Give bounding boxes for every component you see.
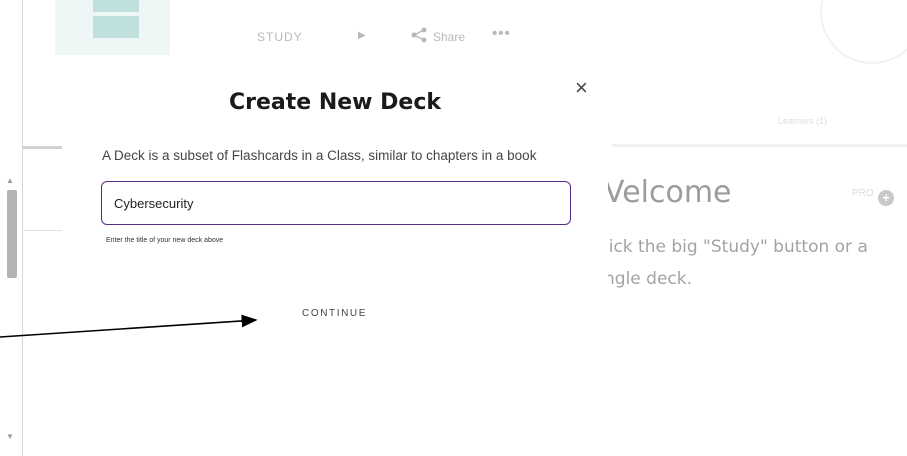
progress-circle [820, 0, 907, 64]
continue-button[interactable]: CONTINUE [300, 306, 369, 321]
share-label[interactable]: Share [433, 30, 465, 44]
more-icon[interactable]: ••• [492, 25, 511, 42]
divider [22, 230, 62, 231]
welcome-text-line: ngle deck. [604, 269, 692, 289]
create-deck-modal: × Create New Deck A Deck is a subset of … [62, 60, 608, 456]
welcome-heading: Velcome [604, 175, 732, 210]
plus-icon[interactable]: + [878, 190, 894, 206]
pro-badge: PRO [852, 188, 874, 199]
study-nav-button[interactable]: STUDY [257, 30, 303, 44]
logo-card-shape [93, 0, 139, 38]
divider [22, 146, 62, 149]
share-icon[interactable] [410, 27, 428, 48]
divider [612, 144, 907, 147]
modal-subtitle: A Deck is a subset of Flashcards in a Cl… [102, 148, 537, 163]
modal-title: Create New Deck [228, 90, 442, 115]
class-logo [55, 0, 170, 55]
learners-tab[interactable]: Learners (1) [778, 116, 827, 126]
welcome-text-line: lick the big "Study" button or a [604, 237, 868, 257]
deck-title-input[interactable] [101, 181, 571, 225]
play-icon[interactable]: ▶ [358, 30, 366, 41]
logo-card-line [91, 12, 139, 16]
deck-title-hint: Enter the title of your new deck above [106, 237, 224, 244]
